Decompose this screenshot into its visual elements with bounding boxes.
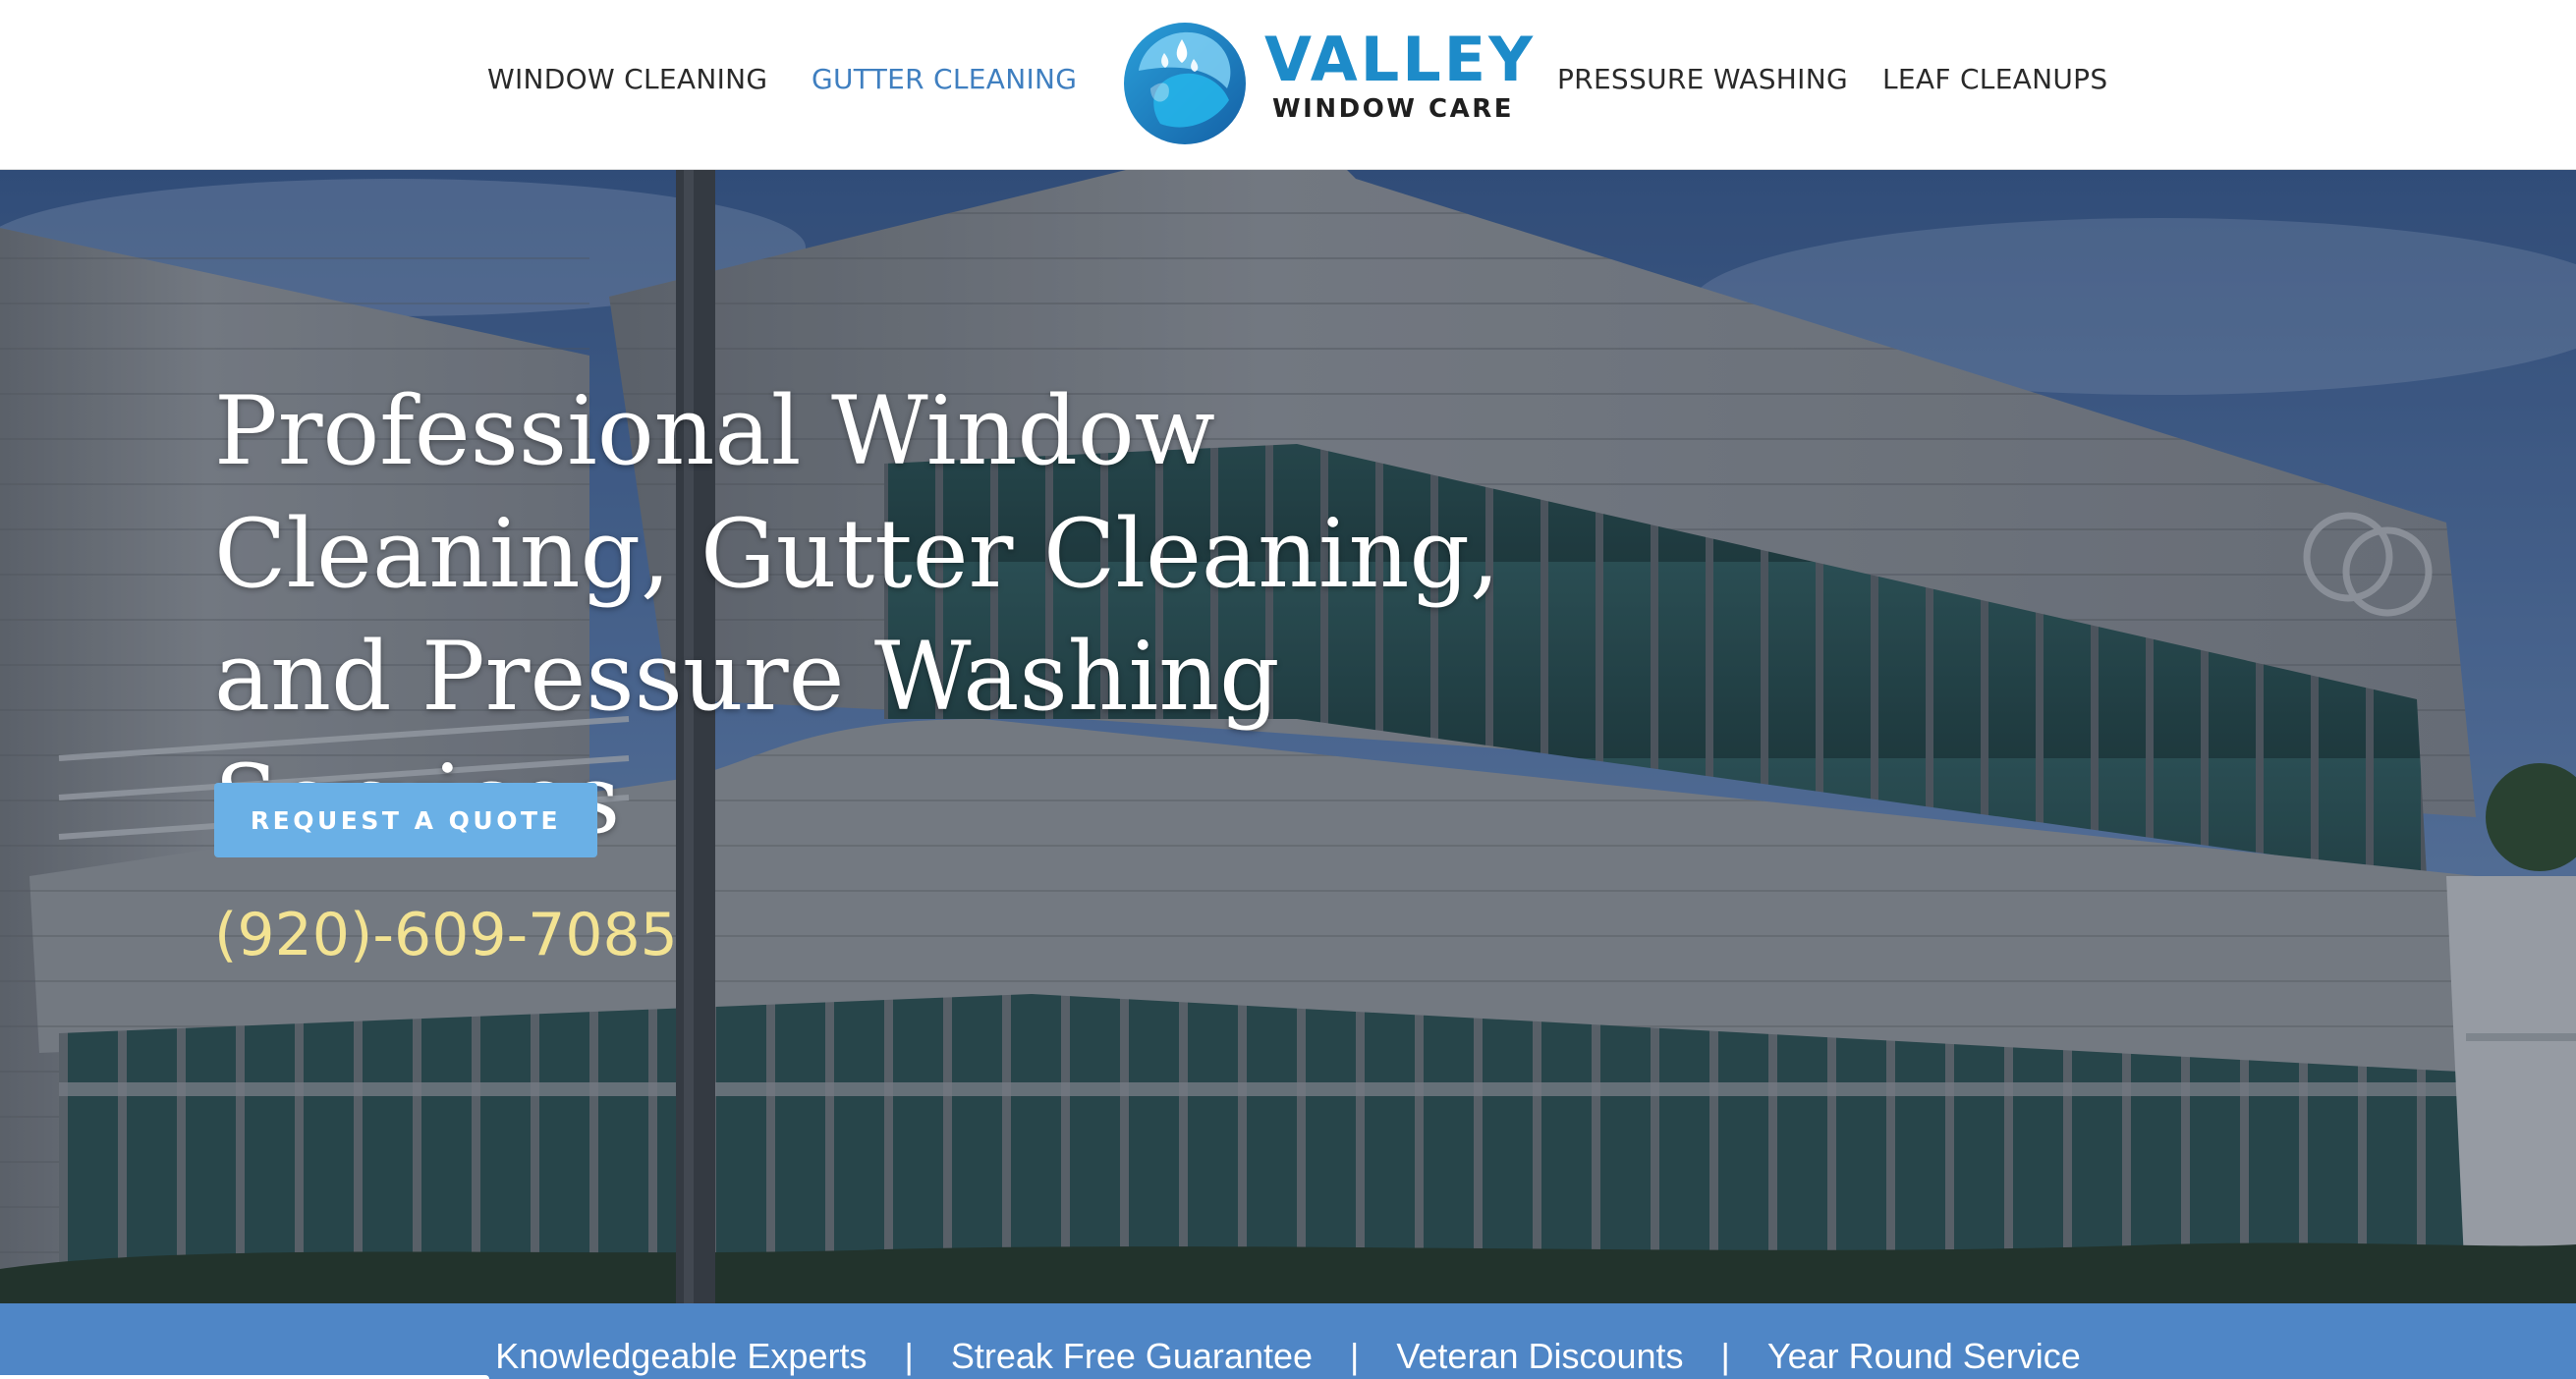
nav-leaf-cleanups[interactable]: LEAF CLEANUPS [1882, 63, 2107, 95]
site-logo[interactable]: VALLEY WINDOW CARE [1121, 20, 1533, 147]
feature-item: Knowledgeable Experts [495, 1336, 868, 1376]
water-drop-logo-icon [1124, 23, 1246, 144]
feature-separator: | [904, 1336, 914, 1376]
feature-separator: | [1350, 1336, 1360, 1376]
hero-section: Professional Window Cleaning, Gutter Cle… [0, 169, 2576, 1303]
phone-number-link[interactable]: (920)-609-7085 [214, 901, 678, 969]
logo-subtitle: WINDOW CARE [1272, 94, 1515, 124]
floating-tab-edge [0, 1375, 489, 1379]
request-quote-button[interactable]: REQUEST A QUOTE [214, 783, 597, 857]
nav-window-cleaning[interactable]: WINDOW CLEANING [487, 63, 767, 95]
feature-separator: | [1720, 1336, 1730, 1376]
feature-item: Veteran Discounts [1396, 1336, 1684, 1376]
feature-item: Streak Free Guarantee [950, 1336, 1314, 1376]
features-strip: Knowledgeable Experts | Streak Free Guaran… [0, 1303, 2576, 1379]
features-list: Knowledgeable Experts | Streak Free Guaran… [0, 1339, 2576, 1374]
nav-pressure-washing[interactable]: PRESSURE WASHING [1557, 63, 1848, 95]
logo-title: VALLEY [1264, 24, 1537, 95]
nav-gutter-cleaning[interactable]: GUTTER CLEANING [812, 63, 1077, 95]
feature-item: Year Round Service [1766, 1336, 2081, 1376]
site-header: WINDOW CLEANING GUTTER CLEANING VALLEY W… [0, 0, 2576, 170]
